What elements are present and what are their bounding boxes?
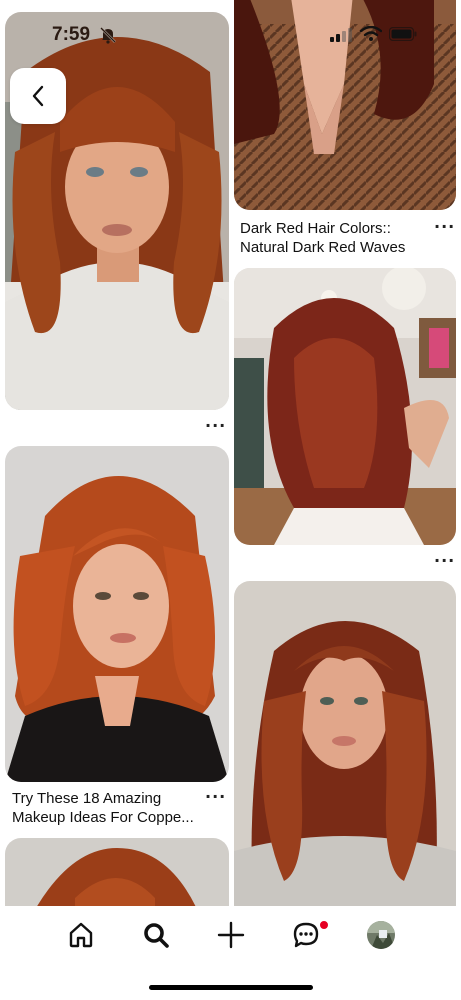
messages-notification-badge [319, 920, 329, 930]
nav-create-button[interactable] [216, 920, 246, 950]
pin2-title[interactable]: Dark Red Hair Colors:: Natural Dark Red … [240, 219, 430, 257]
pin2-more-button[interactable]: ··· [434, 219, 455, 235]
pin4-title-line2: Makeup Ideas For Coppe... [12, 809, 194, 826]
pin4-title-line1: Try These 18 Amazing [12, 790, 162, 807]
pin4-title[interactable]: Try These 18 Amazing Makeup Ideas For Co… [12, 789, 202, 827]
cellular-signal-icon [330, 28, 352, 42]
nav-profile-button[interactable] [366, 920, 396, 950]
nav-messages-button[interactable] [291, 920, 321, 950]
wifi-icon [360, 26, 382, 41]
chat-bubble-icon [293, 922, 319, 948]
bell-off-icon [100, 27, 116, 44]
nav-search-button[interactable] [141, 920, 171, 950]
chevron-left-icon [32, 85, 44, 107]
pin3-more-button[interactable]: ··· [434, 553, 455, 569]
home-icon [69, 922, 93, 948]
pin2-title-line2: Natural Dark Red Waves [240, 239, 406, 256]
pin-image-copper-makeup[interactable] [5, 446, 229, 782]
pin2-title-line1: Dark Red Hair Colors:: [240, 220, 391, 237]
status-time: 7:59 [52, 24, 91, 45]
pin1-more-button[interactable]: ··· [205, 418, 226, 434]
search-icon [144, 923, 169, 948]
home-indicator [149, 985, 313, 990]
back-button[interactable] [10, 68, 66, 124]
nav-home-button[interactable] [66, 920, 96, 950]
pin-image-salon-red-hair[interactable] [234, 268, 456, 545]
battery-icon [389, 27, 417, 41]
avatar [367, 921, 395, 949]
pin4-more-button[interactable]: ··· [205, 789, 226, 805]
plus-icon [217, 921, 245, 949]
pin-image-auburn-layers[interactable] [234, 581, 456, 921]
